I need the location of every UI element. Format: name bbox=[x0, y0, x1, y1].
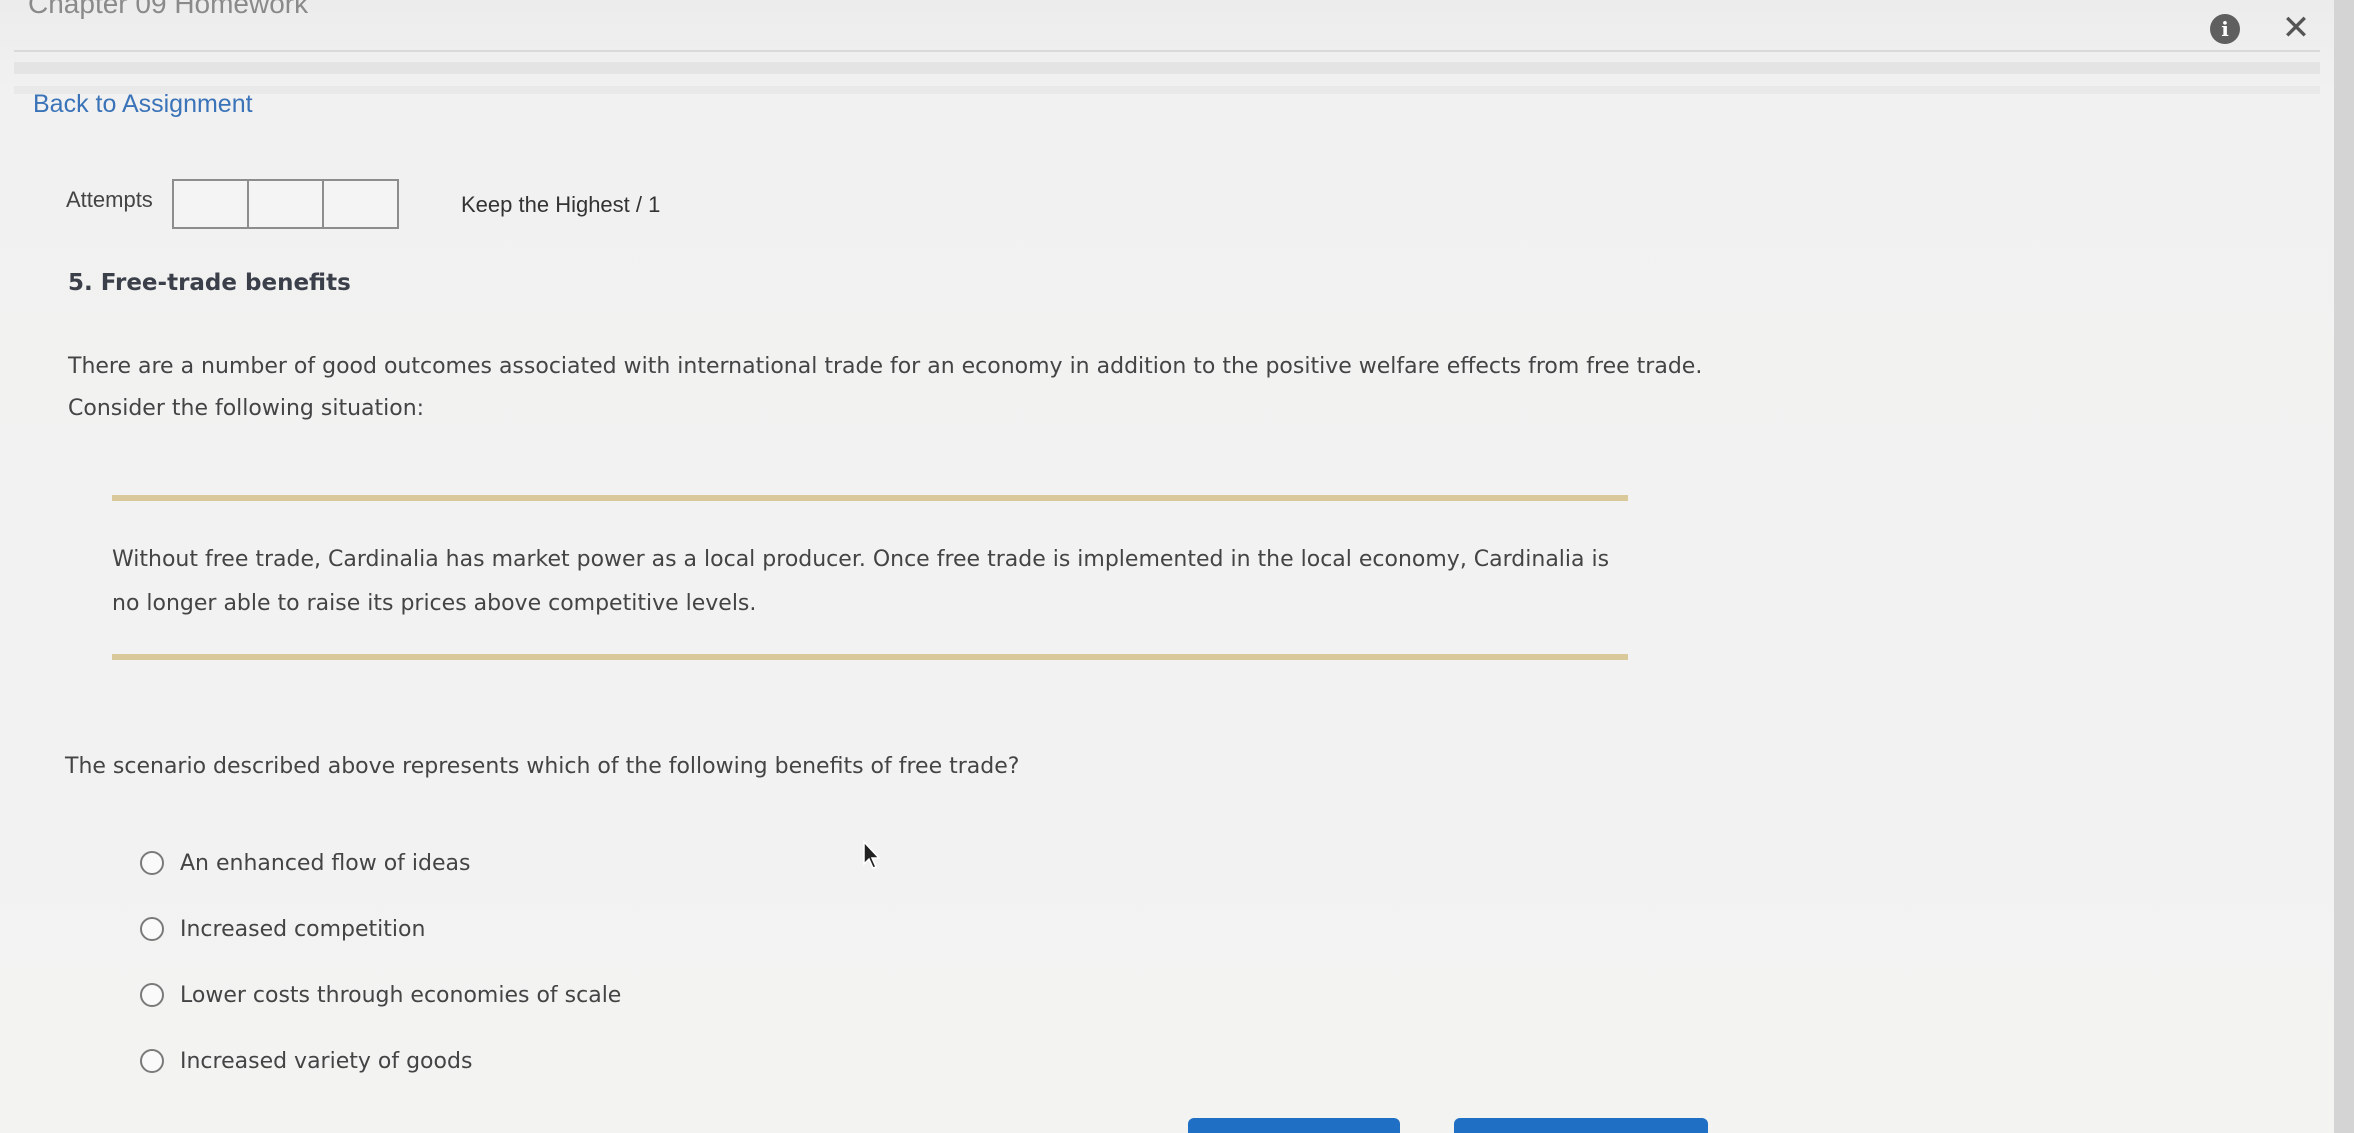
radio-button[interactable] bbox=[140, 917, 164, 941]
radio-button[interactable] bbox=[140, 1049, 164, 1073]
attempts-label: Attempts bbox=[66, 187, 153, 212]
attempt-boxes bbox=[172, 179, 399, 229]
answer-option-label: An enhanced flow of ideas bbox=[180, 850, 471, 876]
scenario-text: Without free trade, Cardinalia has marke… bbox=[112, 547, 1610, 616]
scenario-divider-top bbox=[112, 495, 1628, 501]
action-button[interactable] bbox=[1188, 1118, 1400, 1133]
app-window: Chapter 09 Homework i ✕ Back to Assignme… bbox=[0, 0, 2334, 1133]
header-divider bbox=[14, 62, 2320, 74]
attempt-box bbox=[322, 179, 399, 229]
question-intro: There are a number of good outcomes asso… bbox=[68, 354, 1703, 421]
close-icon[interactable]: ✕ bbox=[2278, 10, 2314, 46]
header-divider bbox=[14, 50, 2320, 52]
answer-option[interactable]: Increased competition bbox=[140, 896, 621, 962]
back-to-assignment-link[interactable]: Back to Assignment bbox=[33, 90, 253, 119]
radio-button[interactable] bbox=[140, 851, 164, 875]
header-divider bbox=[14, 86, 2320, 94]
question-heading: 5. Free-trade benefits bbox=[68, 270, 351, 296]
answer-option-label: Increased competition bbox=[180, 916, 426, 942]
answer-option[interactable]: An enhanced flow of ideas bbox=[140, 830, 621, 896]
window-title: Chapter 09 Homework bbox=[28, 0, 309, 19]
action-button[interactable] bbox=[1454, 1118, 1708, 1133]
answer-option-label: Increased variety of goods bbox=[180, 1048, 473, 1074]
attempt-box bbox=[172, 179, 249, 229]
answer-option-label: Lower costs through economies of scale bbox=[180, 982, 622, 1008]
answer-options: An enhanced flow of ideas Increased comp… bbox=[140, 830, 621, 1094]
keep-highest-label: Keep the Highest / 1 bbox=[461, 192, 661, 217]
radio-button[interactable] bbox=[140, 983, 164, 1007]
question-prompt: The scenario described above represents … bbox=[65, 754, 1020, 779]
mouse-pointer-icon bbox=[863, 840, 881, 869]
answer-option[interactable]: Increased variety of goods bbox=[140, 1028, 621, 1094]
window-edge bbox=[2334, 0, 2354, 1133]
attempt-box bbox=[247, 179, 324, 229]
answer-option[interactable]: Lower costs through economies of scale bbox=[140, 962, 621, 1028]
scenario-divider-bottom bbox=[112, 654, 1628, 660]
info-icon[interactable]: i bbox=[2210, 14, 2240, 44]
